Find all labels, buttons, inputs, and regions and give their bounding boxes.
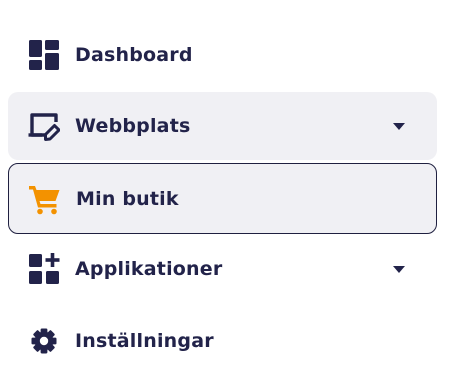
shopping-cart-icon xyxy=(29,183,61,215)
apps-add-icon xyxy=(28,253,60,285)
sidebar-item-label: Inställningar xyxy=(75,330,214,352)
sidebar-item-webbplats[interactable]: Webbplats xyxy=(8,92,437,160)
sidebar-nav: Dashboard Webbplats Min butik Applikatio… xyxy=(0,0,451,383)
sidebar-item-applikationer[interactable]: Applikationer xyxy=(8,237,437,301)
sidebar-item-min-butik[interactable]: Min butik xyxy=(8,163,437,234)
sidebar-item-installningar[interactable]: Inställningar xyxy=(8,309,437,373)
sidebar-item-dashboard[interactable]: Dashboard xyxy=(8,23,437,87)
gear-icon xyxy=(28,325,60,357)
sidebar-item-label: Webbplats xyxy=(75,115,191,137)
sidebar-item-label: Dashboard xyxy=(75,44,193,66)
sidebar-item-label: Min butik xyxy=(76,187,179,210)
chevron-down-icon[interactable] xyxy=(392,121,406,131)
website-edit-icon xyxy=(28,110,60,142)
dashboard-grid-icon xyxy=(28,39,60,71)
sidebar-item-label: Applikationer xyxy=(75,258,223,280)
chevron-down-icon[interactable] xyxy=(392,264,406,274)
